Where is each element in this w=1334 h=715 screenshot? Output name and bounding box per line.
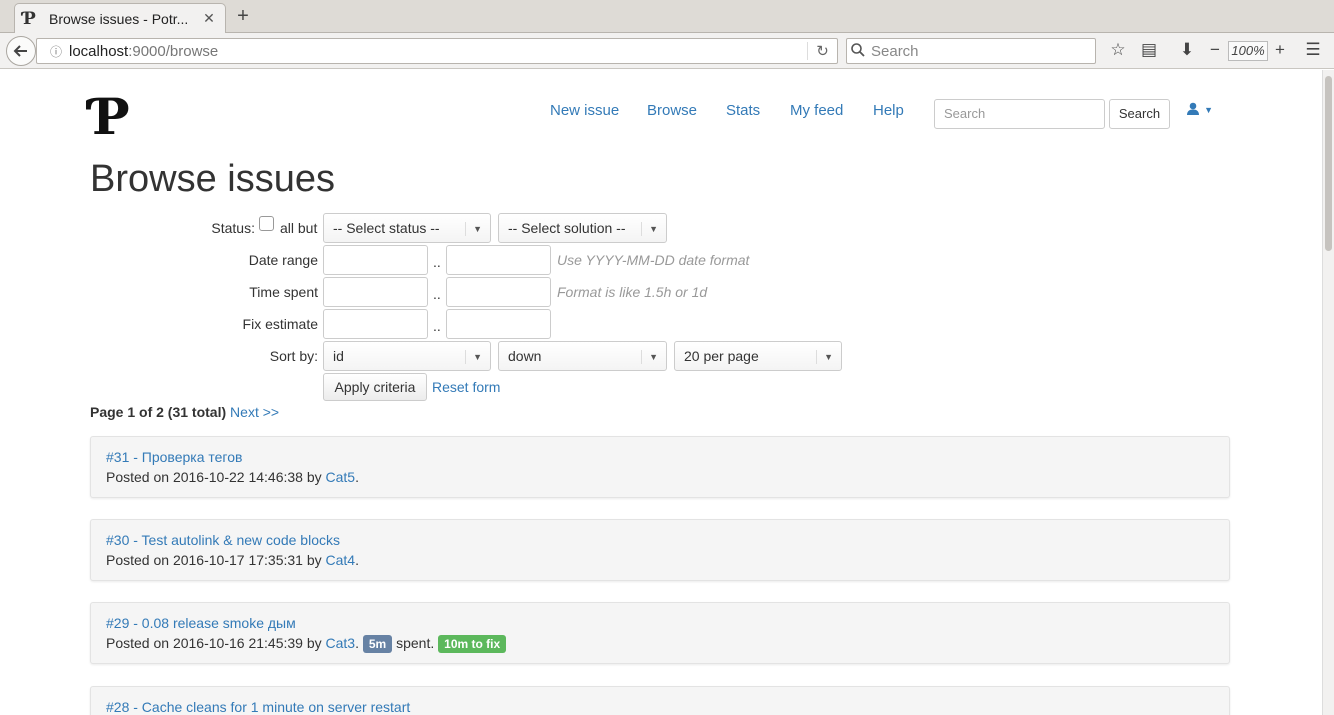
sort-label: Sort by: [269,348,318,364]
status-select-value: -- Select status -- [333,220,440,236]
issue-title-link[interactable]: #31 - Проверка тегов [106,447,1214,467]
chevron-down-icon: ▼ [641,222,658,236]
next-page-link[interactable]: Next >> [230,404,279,420]
all-but-checkbox[interactable] [259,216,274,231]
sort-field-select[interactable]: id ▼ [323,341,491,371]
date-range-separator: .. [433,254,441,270]
zoom-level[interactable]: 100% [1228,41,1268,61]
reading-list-icon[interactable]: ▤ [1138,40,1160,60]
magnifier-icon [851,42,871,60]
browser-search-input[interactable]: Search [846,38,1096,64]
time-format-hint: Format is like 1.5h or 1d [557,284,708,300]
issue-card: #30 - Test autolink & new code blocks Po… [90,519,1230,581]
page-content: Ƥ New issue Browse Stats My feed Help Se… [0,70,1322,715]
favicon-icon: Ƥ [23,8,36,29]
back-button[interactable] [6,36,36,66]
pager-summary: Page 1 of 2 (31 total) [90,404,227,420]
url-host: localhost [69,42,129,60]
fix-estimate-badge: 10m to fix [438,635,507,653]
issue-card: #29 - 0.08 release smoke дым Posted on 2… [90,602,1230,664]
sort-direction-select[interactable]: down ▼ [498,341,667,371]
pager: Page 1 of 2 (31 total) Next >> [90,404,279,420]
issue-title-link[interactable]: #28 - Cache cleans for 1 minute on serve… [106,697,1214,715]
issue-posted: Posted on 2016-10-22 14:46:38 by [106,469,326,485]
fix-estimate-separator: .. [433,318,441,334]
date-from-input[interactable] [323,245,428,275]
sort-field-value: id [333,348,344,364]
date-range-label: Date range [248,252,318,268]
issue-author-link[interactable]: Cat4 [326,552,356,568]
spent-text: spent. [396,635,435,651]
time-spent-badge: 5m [362,635,393,653]
time-spent-label: Time spent [249,284,318,300]
issue-title-link[interactable]: #30 - Test autolink & new code blocks [106,530,1214,550]
site-logo[interactable]: Ƥ [92,92,130,142]
fix-estimate-label: Fix estimate [242,316,318,332]
bookmark-star-icon[interactable]: ☆ [1107,40,1129,60]
user-icon [1186,102,1204,120]
nav-help[interactable]: Help [873,102,904,119]
site-search-button[interactable]: Search [1109,99,1170,129]
chevron-down-icon: ▼ [465,222,482,236]
reset-form-link[interactable]: Reset form [432,379,500,395]
site-search-input[interactable]: Search [934,99,1105,129]
zoom-out-icon[interactable]: − [1204,40,1226,60]
issue-author-link[interactable]: Cat3 [326,635,356,651]
page-title: Browse issues [90,158,335,200]
per-page-select[interactable]: 20 per page ▼ [674,341,842,371]
status-select[interactable]: -- Select status -- ▼ [323,213,491,243]
all-but-label: all but [280,220,318,236]
time-spent-to-input[interactable] [446,277,551,307]
site-info-icon[interactable]: ⓘ [43,43,69,60]
apply-criteria-button[interactable]: Apply criteria [323,373,427,401]
sort-direction-value: down [508,348,542,364]
issue-posted: Posted on 2016-10-16 21:45:39 by [106,635,326,651]
browser-tab[interactable]: Ƥ Browse issues - Potr... ✕ [14,3,226,33]
browser-search-placeholder: Search [871,42,919,60]
chevron-down-icon: ▼ [465,350,482,364]
url-path: :9000/browse [128,42,219,60]
browser-navbar: ⓘ localhost:9000/browse ↻ Search ☆ ▤ ⬇ −… [0,33,1334,69]
new-tab-icon[interactable]: + [232,5,254,28]
url-bar[interactable]: ⓘ localhost:9000/browse ↻ [36,38,838,64]
close-tab-icon[interactable]: ✕ [201,10,217,27]
date-format-hint: Use YYYY-MM-DD date format [557,252,750,268]
scrollbar-thumb[interactable] [1325,76,1332,251]
tab-title: Browse issues - Potr... [49,10,189,27]
nav-my-feed[interactable]: My feed [790,102,843,119]
reload-icon[interactable]: ↻ [807,42,837,60]
zoom-in-icon[interactable]: + [1269,40,1291,60]
download-icon[interactable]: ⬇ [1176,40,1198,60]
nav-new-issue[interactable]: New issue [550,102,619,119]
per-page-value: 20 per page [684,348,759,364]
hamburger-menu-icon[interactable]: ☰ [1302,40,1324,60]
issue-posted: Posted on 2016-10-17 17:35:31 by [106,552,326,568]
issue-title-link[interactable]: #29 - 0.08 release smoke дым [106,613,1214,633]
url-text[interactable]: localhost:9000/browse [69,43,807,60]
date-to-input[interactable] [446,245,551,275]
solution-select-value: -- Select solution -- [508,220,626,236]
chevron-down-icon: ▼ [816,350,833,364]
time-spent-from-input[interactable] [323,277,428,307]
nav-browse[interactable]: Browse [647,102,697,119]
issue-meta: Posted on 2016-10-16 21:45:39 by Cat3. 5… [106,633,1214,653]
chevron-down-icon: ▼ [641,350,658,364]
caret-down-icon: ▼ [1204,105,1214,115]
issue-card: #28 - Cache cleans for 1 minute on serve… [90,686,1230,715]
page-scrollbar[interactable] [1322,70,1334,715]
fix-estimate-from-input[interactable] [323,309,428,339]
browser-tabbar: Ƥ Browse issues - Potr... ✕ + [0,0,1334,33]
solution-select[interactable]: -- Select solution -- ▼ [498,213,667,243]
issue-card: #31 - Проверка тегов Posted on 2016-10-2… [90,436,1230,498]
issue-meta: Posted on 2016-10-17 17:35:31 by Cat4. [106,552,359,568]
status-label: Status: [211,220,255,236]
back-arrow-icon [13,45,27,57]
user-menu[interactable]: ▼ [1186,102,1213,120]
fix-estimate-to-input[interactable] [446,309,551,339]
time-spent-separator: .. [433,286,441,302]
nav-stats[interactable]: Stats [726,102,760,119]
issue-author-link[interactable]: Cat5 [326,469,356,485]
issue-meta: Posted on 2016-10-22 14:46:38 by Cat5. [106,469,359,485]
